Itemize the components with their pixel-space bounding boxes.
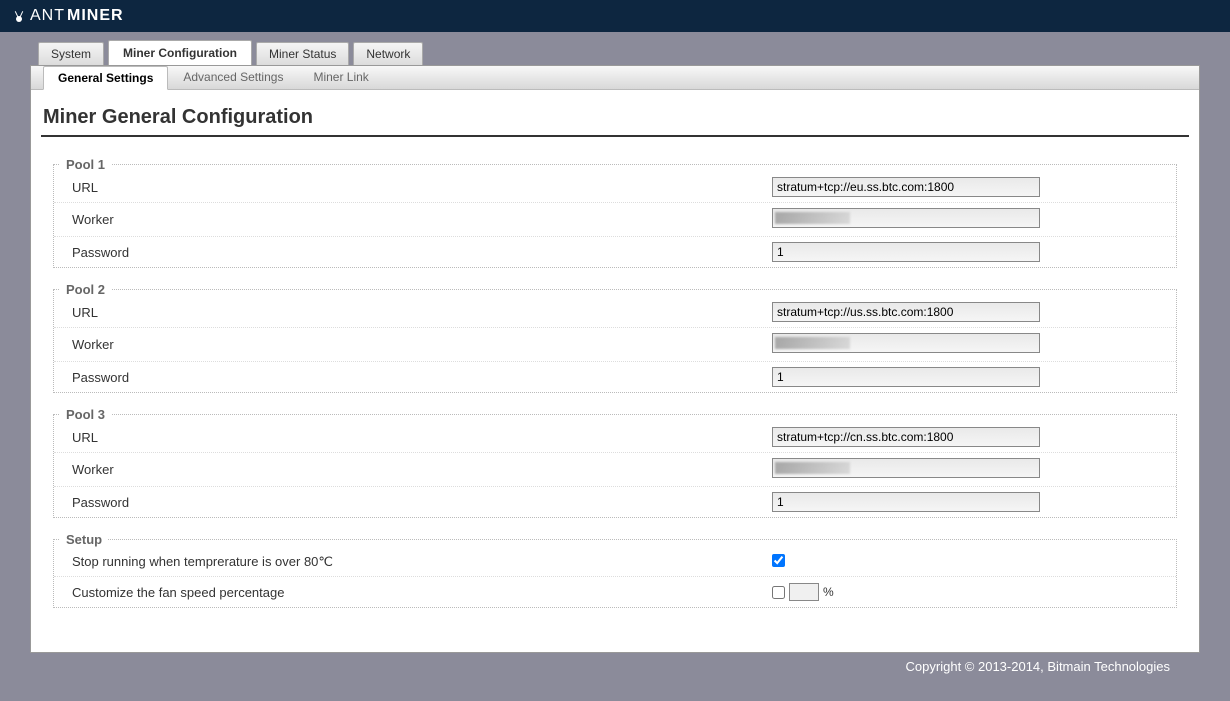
legend-pool-2: Pool 2 — [60, 282, 111, 297]
pool1-url-input[interactable] — [772, 177, 1040, 197]
pool3-password-input[interactable] — [772, 492, 1040, 512]
legend-pool-3: Pool 3 — [60, 407, 111, 422]
fan-speed-checkbox[interactable] — [772, 586, 785, 599]
pool2-password-input[interactable] — [772, 367, 1040, 387]
pool2-worker-input[interactable] — [772, 333, 1040, 353]
pool1-password-label: Password — [72, 245, 772, 260]
pool2-password-label: Password — [72, 370, 772, 385]
pool3-worker-input[interactable] — [772, 458, 1040, 478]
ant-icon — [12, 9, 26, 23]
tab-network[interactable]: Network — [353, 42, 423, 65]
fieldset-pool-3: Pool 3 URL Worker Password — [53, 407, 1177, 518]
subtab-advanced-settings[interactable]: Advanced Settings — [168, 65, 298, 89]
pool1-url-label: URL — [72, 180, 772, 195]
fan-speed-label: Customize the fan speed percentage — [72, 585, 772, 600]
tab-miner-status[interactable]: Miner Status — [256, 42, 349, 65]
logo: ANTMINER — [12, 7, 124, 25]
pool1-worker-label: Worker — [72, 212, 772, 227]
pool3-password-label: Password — [72, 495, 772, 510]
pool1-worker-input[interactable] — [772, 208, 1040, 228]
legend-setup: Setup — [60, 532, 108, 547]
subtab-general-settings[interactable]: General Settings — [43, 66, 168, 90]
pool1-password-input[interactable] — [772, 242, 1040, 262]
tab-miner-configuration[interactable]: Miner Configuration — [108, 40, 252, 65]
fieldset-pool-1: Pool 1 URL Worker Password — [53, 157, 1177, 268]
subtab-miner-link[interactable]: Miner Link — [298, 65, 383, 89]
pool2-url-label: URL — [72, 305, 772, 320]
pool3-url-input[interactable] — [772, 427, 1040, 447]
logo-miner: MINER — [67, 7, 124, 25]
page-title: Miner General Configuration — [41, 106, 1189, 137]
fan-speed-input[interactable] — [789, 583, 819, 601]
stop-temp-label: Stop running when temprerature is over 8… — [72, 554, 772, 570]
tab-system[interactable]: System — [38, 42, 104, 65]
stop-temp-checkbox[interactable] — [772, 554, 785, 567]
pool3-url-label: URL — [72, 430, 772, 445]
legend-pool-1: Pool 1 — [60, 157, 111, 172]
pool2-url-input[interactable] — [772, 302, 1040, 322]
pool3-worker-label: Worker — [72, 462, 772, 477]
primary-tabs: System Miner Configuration Miner Status … — [0, 40, 1230, 65]
fieldset-setup: Setup Stop running when temprerature is … — [53, 532, 1177, 608]
footer-copyright: Copyright © 2013-2014, Bitmain Technolog… — [0, 653, 1230, 684]
fieldset-pool-2: Pool 2 URL Worker Password — [53, 282, 1177, 393]
logo-ant: ANT — [30, 7, 65, 25]
secondary-tabs: General Settings Advanced Settings Miner… — [31, 66, 1199, 90]
pool2-worker-label: Worker — [72, 337, 772, 352]
app-header: ANTMINER — [0, 0, 1230, 32]
fan-speed-suffix: % — [823, 585, 834, 599]
